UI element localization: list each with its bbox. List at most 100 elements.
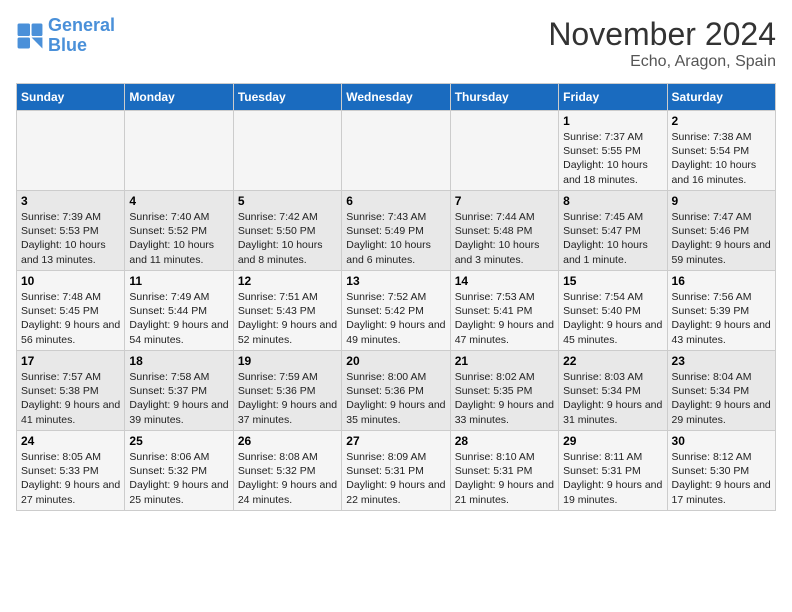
calendar-cell: 29 Sunrise: 8:11 AM Sunset: 5:31 PM Dayli… <box>559 431 667 511</box>
calendar-header-row: SundayMondayTuesdayWednesdayThursdayFrid… <box>17 84 776 111</box>
calendar-body: 1Sunrise: 7:37 AM Sunset: 5:55 PM Daylig… <box>17 111 776 511</box>
week-row-1: 1Sunrise: 7:37 AM Sunset: 5:55 PM Daylig… <box>17 111 776 191</box>
day-number: 9 <box>672 194 771 208</box>
column-header-saturday: Saturday <box>667 84 775 111</box>
day-number: 14 <box>455 274 554 288</box>
calendar-cell: 9 Sunrise: 7:47 AM Sunset: 5:46 PM Daylig… <box>667 191 775 271</box>
day-info: Sunrise: 7:56 AM Sunset: 5:39 PM Dayligh… <box>672 290 771 347</box>
day-number: 7 <box>455 194 554 208</box>
day-info: Sunrise: 7:51 AM Sunset: 5:43 PM Dayligh… <box>238 290 337 347</box>
day-number: 19 <box>238 354 337 368</box>
calendar-cell: 8 Sunrise: 7:45 AM Sunset: 5:47 PM Daylig… <box>559 191 667 271</box>
day-number: 20 <box>346 354 445 368</box>
week-row-2: 3 Sunrise: 7:39 AM Sunset: 5:53 PM Daylig… <box>17 191 776 271</box>
day-info: Sunrise: 8:12 AM Sunset: 5:30 PM Dayligh… <box>672 450 771 507</box>
calendar-cell: 5Sunrise: 7:42 AM Sunset: 5:50 PM Daylig… <box>233 191 341 271</box>
day-info: Sunrise: 7:53 AM Sunset: 5:41 PM Dayligh… <box>455 290 554 347</box>
day-number: 15 <box>563 274 662 288</box>
day-number: 22 <box>563 354 662 368</box>
day-info: Sunrise: 7:59 AM Sunset: 5:36 PM Dayligh… <box>238 370 337 427</box>
location: Echo, Aragon, Spain <box>548 53 776 71</box>
column-header-tuesday: Tuesday <box>233 84 341 111</box>
page-header: General Blue November 2024 Echo, Aragon,… <box>16 16 776 71</box>
column-header-monday: Monday <box>125 84 233 111</box>
day-info: Sunrise: 7:58 AM Sunset: 5:37 PM Dayligh… <box>129 370 228 427</box>
calendar-cell: 28 Sunrise: 8:10 AM Sunset: 5:31 PM Dayli… <box>450 431 558 511</box>
day-info: Sunrise: 7:42 AM Sunset: 5:50 PM Dayligh… <box>238 210 337 267</box>
day-number: 2 <box>672 114 771 128</box>
day-info: Sunrise: 7:45 AM Sunset: 5:47 PM Dayligh… <box>563 210 662 267</box>
day-info: Sunrise: 8:06 AM Sunset: 5:32 PM Dayligh… <box>129 450 228 507</box>
calendar-cell: 26 Sunrise: 8:08 AM Sunset: 5:32 PM Dayli… <box>233 431 341 511</box>
day-info: Sunrise: 7:39 AM Sunset: 5:53 PM Dayligh… <box>21 210 120 267</box>
day-info: Sunrise: 7:49 AM Sunset: 5:44 PM Dayligh… <box>129 290 228 347</box>
day-number: 8 <box>563 194 662 208</box>
day-number: 10 <box>21 274 120 288</box>
calendar-cell: 25 Sunrise: 8:06 AM Sunset: 5:32 PM Dayli… <box>125 431 233 511</box>
day-number: 3 <box>21 194 120 208</box>
day-number: 28 <box>455 434 554 448</box>
day-info: Sunrise: 7:57 AM Sunset: 5:38 PM Dayligh… <box>21 370 120 427</box>
week-row-5: 24Sunrise: 8:05 AM Sunset: 5:33 PM Dayli… <box>17 431 776 511</box>
day-info: Sunrise: 8:10 AM Sunset: 5:31 PM Dayligh… <box>455 450 554 507</box>
day-info: Sunrise: 8:03 AM Sunset: 5:34 PM Dayligh… <box>563 370 662 427</box>
column-header-thursday: Thursday <box>450 84 558 111</box>
calendar-cell <box>342 111 450 191</box>
calendar-cell: 27Sunrise: 8:09 AM Sunset: 5:31 PM Dayli… <box>342 431 450 511</box>
day-number: 4 <box>129 194 228 208</box>
day-number: 25 <box>129 434 228 448</box>
calendar-cell: 22 Sunrise: 8:03 AM Sunset: 5:34 PM Dayli… <box>559 351 667 431</box>
day-info: Sunrise: 8:11 AM Sunset: 5:31 PM Dayligh… <box>563 450 662 507</box>
calendar-table: SundayMondayTuesdayWednesdayThursdayFrid… <box>16 83 776 511</box>
calendar-cell: 30 Sunrise: 8:12 AM Sunset: 5:30 PM Dayli… <box>667 431 775 511</box>
calendar-cell: 10 Sunrise: 7:48 AM Sunset: 5:45 PM Dayli… <box>17 271 125 351</box>
calendar-cell: 12 Sunrise: 7:51 AM Sunset: 5:43 PM Dayli… <box>233 271 341 351</box>
week-row-3: 10 Sunrise: 7:48 AM Sunset: 5:45 PM Dayli… <box>17 271 776 351</box>
day-number: 17 <box>21 354 120 368</box>
calendar-cell: 13 Sunrise: 7:52 AM Sunset: 5:42 PM Dayli… <box>342 271 450 351</box>
day-number: 21 <box>455 354 554 368</box>
month-title: November 2024 <box>548 16 776 53</box>
column-header-friday: Friday <box>559 84 667 111</box>
calendar-cell: 3 Sunrise: 7:39 AM Sunset: 5:53 PM Daylig… <box>17 191 125 271</box>
day-info: Sunrise: 8:00 AM Sunset: 5:36 PM Dayligh… <box>346 370 445 427</box>
calendar-cell: 21Sunrise: 8:02 AM Sunset: 5:35 PM Dayli… <box>450 351 558 431</box>
day-number: 29 <box>563 434 662 448</box>
calendar-cell: 24Sunrise: 8:05 AM Sunset: 5:33 PM Dayli… <box>17 431 125 511</box>
day-info: Sunrise: 7:47 AM Sunset: 5:46 PM Dayligh… <box>672 210 771 267</box>
day-info: Sunrise: 7:52 AM Sunset: 5:42 PM Dayligh… <box>346 290 445 347</box>
calendar-cell: 16Sunrise: 7:56 AM Sunset: 5:39 PM Dayli… <box>667 271 775 351</box>
calendar-cell <box>233 111 341 191</box>
calendar-cell: 14 Sunrise: 7:53 AM Sunset: 5:41 PM Dayli… <box>450 271 558 351</box>
day-info: Sunrise: 7:38 AM Sunset: 5:54 PM Dayligh… <box>672 130 771 187</box>
calendar-cell: 19 Sunrise: 7:59 AM Sunset: 5:36 PM Dayli… <box>233 351 341 431</box>
week-row-4: 17 Sunrise: 7:57 AM Sunset: 5:38 PM Dayli… <box>17 351 776 431</box>
day-number: 23 <box>672 354 771 368</box>
day-number: 30 <box>672 434 771 448</box>
calendar-cell <box>17 111 125 191</box>
calendar-cell: 17 Sunrise: 7:57 AM Sunset: 5:38 PM Dayli… <box>17 351 125 431</box>
day-number: 13 <box>346 274 445 288</box>
calendar-cell <box>450 111 558 191</box>
day-info: Sunrise: 7:48 AM Sunset: 5:45 PM Dayligh… <box>21 290 120 347</box>
calendar-cell: 2 Sunrise: 7:38 AM Sunset: 5:54 PM Daylig… <box>667 111 775 191</box>
day-info: Sunrise: 7:37 AM Sunset: 5:55 PM Dayligh… <box>563 130 662 187</box>
day-info: Sunrise: 7:54 AM Sunset: 5:40 PM Dayligh… <box>563 290 662 347</box>
day-number: 24 <box>21 434 120 448</box>
day-number: 11 <box>129 274 228 288</box>
calendar-cell: 1Sunrise: 7:37 AM Sunset: 5:55 PM Daylig… <box>559 111 667 191</box>
day-info: Sunrise: 8:09 AM Sunset: 5:31 PM Dayligh… <box>346 450 445 507</box>
day-number: 12 <box>238 274 337 288</box>
logo-blue: Blue <box>48 35 87 55</box>
title-block: November 2024 Echo, Aragon, Spain <box>548 16 776 71</box>
calendar-cell: 23Sunrise: 8:04 AM Sunset: 5:34 PM Dayli… <box>667 351 775 431</box>
logo-text: General Blue <box>48 16 115 56</box>
day-info: Sunrise: 8:08 AM Sunset: 5:32 PM Dayligh… <box>238 450 337 507</box>
logo-general: General <box>48 15 115 35</box>
calendar-cell: 6 Sunrise: 7:43 AM Sunset: 5:49 PM Daylig… <box>342 191 450 271</box>
day-number: 26 <box>238 434 337 448</box>
day-info: Sunrise: 7:43 AM Sunset: 5:49 PM Dayligh… <box>346 210 445 267</box>
calendar-cell: 4Sunrise: 7:40 AM Sunset: 5:52 PM Daylig… <box>125 191 233 271</box>
day-info: Sunrise: 7:44 AM Sunset: 5:48 PM Dayligh… <box>455 210 554 267</box>
day-number: 6 <box>346 194 445 208</box>
